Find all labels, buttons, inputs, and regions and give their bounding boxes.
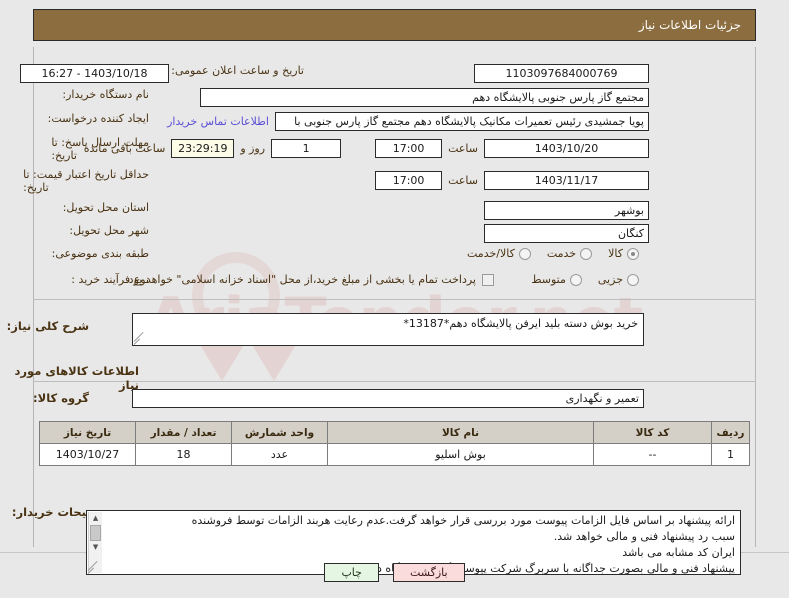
delivery-province-field[interactable]: بوشهر <box>484 201 649 220</box>
goods-section-title: اطلاعات کالاهای مورد نیاز <box>14 364 140 392</box>
need-number-field[interactable]: 1103097684000769 <box>474 64 649 83</box>
buyer-org-field-wrap: مجتمع گاز پارس جنوبی پالایشگاه دهم <box>200 88 649 107</box>
requester-field-wrap: پویا جمشیدی رئیس تعمیرات مکانیک پالایشگا… <box>167 112 649 131</box>
price-validity-time-field[interactable]: 17:00 <box>375 171 443 190</box>
delivery-province-field-wrap: بوشهر <box>484 201 649 220</box>
cell-unit: عدد <box>231 443 328 466</box>
subject-category-label: طبقه بندی موضوعی: <box>51 247 149 260</box>
price-validity-label-line1: حداقل تاریخ اعتبار قیمت: تا <box>23 168 149 181</box>
requester-label: ایجاد کننده درخواست: <box>47 112 149 125</box>
subject-category-label-wrap: طبقه بندی موضوعی: <box>52 247 149 261</box>
radio-kala-label: کالا <box>608 247 623 260</box>
page-title: جزئیات اطلاعات نیاز <box>638 18 741 32</box>
radio-khedmat-label: خدمت <box>546 247 577 260</box>
purchase-process-radios: جزیی متوسط <box>531 273 639 286</box>
goods-group-label: گروه کالا: <box>33 391 89 405</box>
response-deadline-fields: 1403/10/20 ساعت 17:00 1 روز و 23:29:19 س… <box>84 139 649 158</box>
radio-option-kala[interactable]: کالا <box>608 247 639 260</box>
buyer-org-field[interactable]: مجتمع گاز پارس جنوبی پالایشگاه دهم <box>200 88 649 107</box>
radio-khedmat-icon[interactable] <box>580 247 593 260</box>
cell-index: 1 <box>711 443 750 466</box>
price-validity-label: حداقل تاریخ اعتبار قیمت: تا تاریخ: <box>23 168 149 194</box>
remaining-days-label: روز و <box>240 141 266 155</box>
radio-kala-icon[interactable] <box>627 247 639 260</box>
remaining-days-field: 1 <box>271 139 342 158</box>
cell-name: بوش اسلیو <box>327 443 594 466</box>
radio-kala-khedmat-label: کالا/خدمت <box>467 247 515 260</box>
scroll-up-icon[interactable]: ▲ <box>89 512 102 524</box>
radio-option-jozi[interactable]: جزیی <box>598 273 639 286</box>
response-deadline-label-line2: تاریخ: <box>51 149 77 163</box>
treasury-docs-label: پرداخت تمام یا بخشی از مبلغ خرید،از محل … <box>125 273 476 286</box>
scroll-down-icon[interactable]: ▼ <box>89 541 102 553</box>
back-button[interactable]: بازگشت <box>392 563 465 582</box>
delivery-province-row: استان محل تحویل: <box>63 201 149 215</box>
cell-code: -- <box>593 443 712 466</box>
delivery-city-field-wrap: کنگان <box>484 224 649 243</box>
radio-option-motavasset[interactable]: متوسط <box>531 273 582 286</box>
subject-category-radios: کالا خدمت کالا/خدمت <box>467 247 639 260</box>
goods-group-field-wrap: تعمیر و نگهداری <box>132 389 644 408</box>
th-index: ردیف <box>711 421 750 444</box>
buyer-org-row: نام دستگاه خریدار: <box>62 88 149 102</box>
general-description-value: خرید بوش دسته بلید ایرفن پالایشگاه دهم*1… <box>403 317 638 330</box>
requester-row: ایجاد کننده درخواست: <box>48 112 149 126</box>
cell-need-date: 1403/10/27 <box>39 443 136 466</box>
window-titlebar: جزئیات اطلاعات نیاز <box>33 9 756 41</box>
announce-datetime-field-wrap: 1403/10/18 - 16:27 <box>20 64 169 83</box>
price-validity-date-field[interactable]: 1403/11/17 <box>484 171 649 190</box>
table-header-row: ردیف کد کالا نام کالا واحد شمارش تعداد /… <box>39 421 750 444</box>
th-unit: واحد شمارش <box>231 421 328 444</box>
requester-field[interactable]: پویا جمشیدی رئیس تعمیرات مکانیک پالایشگا… <box>275 112 649 131</box>
response-deadline-time-field[interactable]: 17:00 <box>375 139 443 158</box>
goods-group-field[interactable]: تعمیر و نگهداری <box>132 389 644 408</box>
print-button[interactable]: چاپ <box>324 563 379 582</box>
cell-quantity: 18 <box>135 443 232 466</box>
radio-option-khedmat[interactable]: خدمت <box>546 247 593 260</box>
radio-jozi-label: جزیی <box>597 273 623 286</box>
footer-button-bar: بازگشت چاپ <box>0 563 789 582</box>
table-row[interactable]: 1 -- بوش اسلیو عدد 18 1403/10/27 <box>39 443 750 466</box>
th-need-date: تاریخ نیاز <box>39 421 136 444</box>
buyer-org-label: نام دستگاه خریدار: <box>62 88 149 101</box>
response-deadline-time-label: ساعت <box>448 141 478 155</box>
divider-above-description <box>33 299 756 300</box>
general-description-textarea[interactable]: خرید بوش دسته بلید ایرفن پالایشگاه دهم*1… <box>132 313 644 346</box>
price-validity-label-line2: تاریخ: <box>23 181 49 195</box>
th-code: کد کالا <box>593 421 712 444</box>
delivery-city-label: شهر محل تحویل: <box>69 224 149 237</box>
remaining-countdown-field: 23:29:19 <box>171 139 235 158</box>
price-validity-fields: 1403/11/17 ساعت 17:00 <box>375 171 649 190</box>
buyer-notes-line-3: ایران کد مشابه می باشد <box>622 545 735 559</box>
delivery-city-field[interactable]: کنگان <box>484 224 649 243</box>
radio-kala-khedmat-icon[interactable] <box>518 247 531 260</box>
radio-motavasset-icon[interactable] <box>569 273 582 286</box>
treasury-docs-checkbox[interactable] <box>482 273 494 286</box>
th-quantity: تعداد / مقدار <box>135 421 232 444</box>
delivery-city-row: شهر محل تحویل: <box>69 224 149 238</box>
resize-grip-icon[interactable] <box>134 333 145 344</box>
announce-datetime-label-wrap: تاریخ و ساعت اعلان عمومی: <box>171 64 304 78</box>
general-description-label: شرح کلی نیاز: <box>6 319 89 333</box>
divider-under-goods-title <box>33 381 756 382</box>
price-validity-label-wrap: حداقل تاریخ اعتبار قیمت: تا تاریخ: <box>23 168 149 194</box>
items-table: ردیف کد کالا نام کالا واحد شمارش تعداد /… <box>39 421 750 466</box>
delivery-province-label: استان محل تحویل: <box>62 201 149 214</box>
response-deadline-date-field[interactable]: 1403/10/20 <box>484 139 649 158</box>
announce-datetime-field[interactable]: 1403/10/18 - 16:27 <box>20 64 169 83</box>
scroll-thumb[interactable] <box>90 525 101 541</box>
radio-jozi-icon[interactable] <box>627 273 639 286</box>
price-validity-time-label: ساعت <box>448 173 478 187</box>
page-root: AriaTender.net جزئیات اطلاعات نیاز شماره… <box>0 0 789 598</box>
treasury-docs-checkbox-row[interactable]: پرداخت تمام یا بخشی از مبلغ خرید،از محل … <box>125 273 494 287</box>
buyer-contact-link[interactable]: اطلاعات تماس خریدار <box>167 115 269 128</box>
radio-option-kala-khedmat[interactable]: کالا/خدمت <box>467 247 531 260</box>
radio-motavasset-label: متوسط <box>531 273 566 286</box>
remaining-countdown-label: ساعت باقی مانده <box>83 141 166 155</box>
buyer-notes-line-1: ارائه پیشنهاد بر اساس فایل الزامات پیوست… <box>191 514 735 527</box>
th-name: نام کالا <box>327 421 594 444</box>
need-number-field-wrap: 1103097684000769 <box>474 64 649 83</box>
announce-datetime-label: تاریخ و ساعت اعلان عمومی: <box>171 64 304 77</box>
buyer-notes-line-2: سبب رد پیشنهاد فنی و مالی خواهد شد. <box>553 529 735 543</box>
